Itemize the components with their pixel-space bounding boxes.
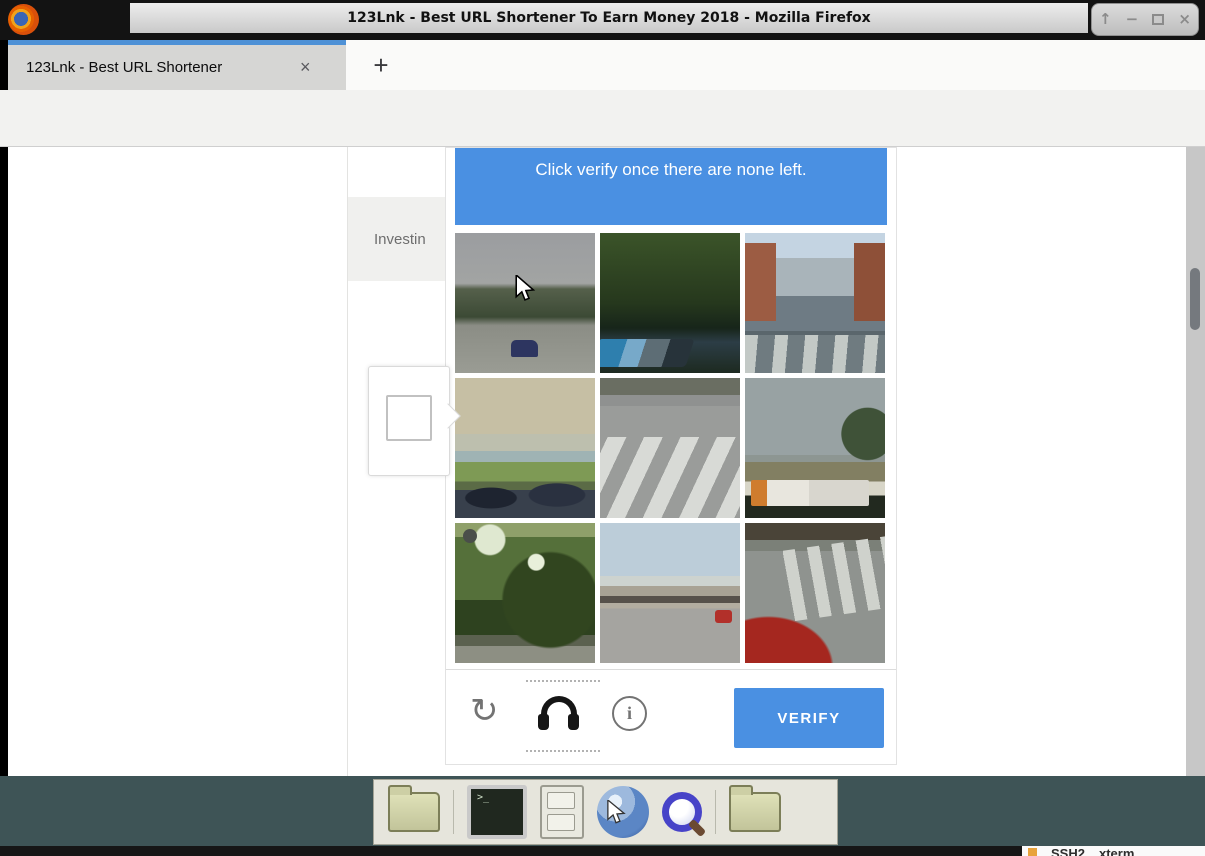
navigation-toolbar: ← → ↻ ⌂ i 123lnk.com/6Maey ••• ☆ ☰ <box>0 90 1205 147</box>
web-browser-icon[interactable] <box>597 786 649 838</box>
search-icon[interactable] <box>662 792 702 832</box>
recaptcha-info-icon[interactable]: i <box>612 696 647 731</box>
desktop-screen: 123Lnk - Best URL Shortener To Earn Mone… <box>0 0 1205 856</box>
window-minimize-button[interactable]: − <box>1126 12 1139 27</box>
desktop-taskbar <box>0 776 1205 846</box>
launcher-separator-2 <box>715 790 716 834</box>
file-manager-icon[interactable] <box>388 792 440 832</box>
background-window-fragment: SSH2 xterm <box>1022 846 1205 856</box>
tab-close-icon[interactable]: × <box>300 57 311 78</box>
background-window-title: SSH2 xterm <box>1022 846 1205 856</box>
launcher-separator <box>453 790 454 834</box>
fragment-text-left: SSH2 <box>1051 846 1085 856</box>
recaptcha-checkbox-widget <box>368 366 450 476</box>
new-tab-button[interactable]: + <box>360 40 402 90</box>
firefox-logo-icon <box>8 4 39 35</box>
captcha-tile-5[interactable] <box>600 378 740 518</box>
page-content: Investin Click verify once there are non… <box>8 147 1186 776</box>
captcha-tile-7[interactable] <box>455 523 595 663</box>
audio-challenge-icon[interactable] <box>530 688 586 744</box>
mouse-cursor <box>512 275 536 303</box>
scrollbar-thumb[interactable] <box>1190 268 1200 330</box>
tab-bar: 123Lnk - Best URL Shortener × + <box>8 40 1205 90</box>
window-fragment-icon <box>1028 848 1037 856</box>
captcha-tile-9[interactable] <box>745 523 885 663</box>
verify-button[interactable]: VERIFY <box>734 688 884 748</box>
recaptcha-challenge-popup: Click verify once there are none left. ↻ <box>445 147 897 765</box>
fragment-text-right: xterm <box>1099 846 1134 856</box>
launcher-panel <box>373 779 838 845</box>
window-controls: ↑ − × <box>1091 3 1199 36</box>
focus-outline-top <box>526 680 600 682</box>
scrollbar-track[interactable] <box>1186 147 1205 776</box>
window-shade-button[interactable]: ↑ <box>1099 12 1112 27</box>
page-section: Investin <box>348 197 458 281</box>
captcha-tile-6[interactable] <box>745 378 885 518</box>
captcha-tile-3[interactable] <box>745 233 885 373</box>
captcha-tile-2[interactable] <box>600 233 740 373</box>
focus-outline-bottom <box>526 750 600 752</box>
captcha-tile-4[interactable] <box>455 378 595 518</box>
window-close-button[interactable]: × <box>1178 12 1191 27</box>
recaptcha-reload-icon[interactable]: ↻ <box>470 694 499 728</box>
terminal-icon[interactable] <box>467 785 527 839</box>
tab-label: 123Lnk - Best URL Shortener <box>26 59 296 76</box>
recaptcha-header: Click verify once there are none left. <box>455 148 887 225</box>
window-titlebar: 123Lnk - Best URL Shortener To Earn Mone… <box>0 0 1205 40</box>
tab-active[interactable]: 123Lnk - Best URL Shortener × <box>8 40 346 90</box>
recaptcha-instruction: Click verify once there are none left. <box>535 160 806 225</box>
tab-label-fade <box>262 59 296 76</box>
captcha-tile-1[interactable] <box>455 233 595 373</box>
window-restore-button[interactable] <box>1152 14 1164 25</box>
recaptcha-checkbox[interactable] <box>386 395 432 441</box>
file-manager-icon-2[interactable] <box>729 792 781 832</box>
captcha-tile-8[interactable] <box>600 523 740 663</box>
titlebar-band: 123Lnk - Best URL Shortener To Earn Mone… <box>130 3 1088 33</box>
recaptcha-footer: ↻ i VERIFY <box>446 669 896 766</box>
window-title: 123Lnk - Best URL Shortener To Earn Mone… <box>347 10 870 26</box>
page-section-label: Investin <box>374 231 426 248</box>
archive-manager-icon[interactable] <box>540 785 584 839</box>
